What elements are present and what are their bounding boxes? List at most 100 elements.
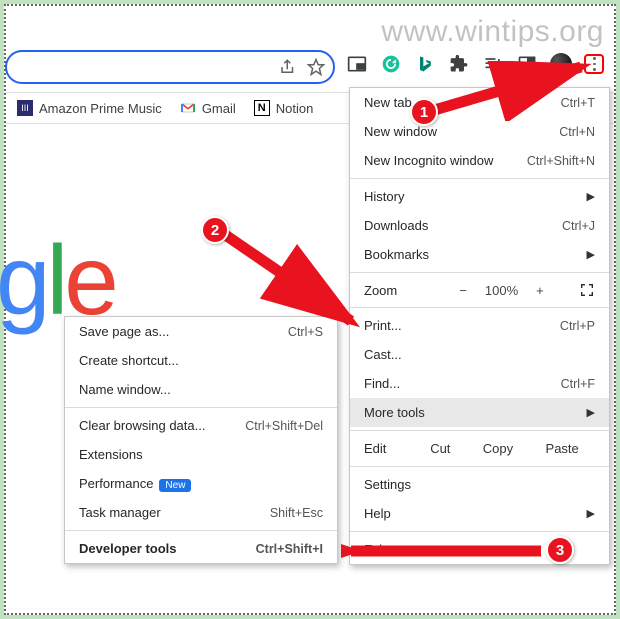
menu-shortcut: Ctrl+J [562,219,595,233]
bookmark-label: Notion [276,101,314,116]
profile-avatar[interactable] [550,53,572,75]
edit-cut[interactable]: Cut [430,441,450,456]
toolbar-icons [346,53,604,75]
menu-label: Bookmarks [364,247,587,262]
menu-label: More tools [364,405,587,420]
menu-print[interactable]: Print... Ctrl+P [350,311,609,340]
kebab-menu-button[interactable] [584,54,604,74]
menu-label: Find... [364,376,561,391]
playlist-icon[interactable] [482,53,504,75]
menu-shortcut: Ctrl+N [559,125,595,139]
bookmark-amazon-music[interactable]: III Amazon Prime Music [17,100,162,116]
menu-separator [350,272,609,273]
fullscreen-icon[interactable] [579,282,595,298]
menu-new-window[interactable]: New window Ctrl+N [350,117,609,146]
star-icon[interactable] [307,58,325,76]
menu-label: Edit [364,441,414,456]
menu-new-incognito[interactable]: New Incognito window Ctrl+Shift+N [350,146,609,175]
menu-edit: Edit Cut Copy Paste [350,434,609,463]
menu-separator [65,530,337,531]
menu-separator [350,178,609,179]
new-badge: New [159,479,191,492]
menu-downloads[interactable]: Downloads Ctrl+J [350,211,609,240]
gmail-icon [180,100,196,116]
submenu-arrow-icon: ▶ [587,248,595,261]
menu-label: Clear browsing data... [79,418,245,433]
menu-cast[interactable]: Cast... [350,340,609,369]
extensions-icon[interactable] [448,53,470,75]
submenu-arrow-icon: ▶ [587,190,595,203]
menu-shortcut: Shift+Esc [270,506,323,520]
more-tools-submenu: Save page as... Ctrl+S Create shortcut..… [64,316,338,564]
submenu-clear-browsing-data[interactable]: Clear browsing data... Ctrl+Shift+Del [65,411,337,440]
grammarly-icon[interactable] [380,53,402,75]
menu-new-tab[interactable]: New tab Ctrl+T [350,88,609,117]
menu-separator [65,407,337,408]
menu-shortcut: Ctrl+S [288,325,323,339]
submenu-arrow-icon: ▶ [587,406,595,419]
edit-paste[interactable]: Paste [546,441,579,456]
zoom-in-button[interactable]: + [536,283,544,298]
screenshot-frame: www.wintips.org III Amazon Prime Music G… [4,4,616,615]
menu-separator [350,307,609,308]
notion-icon: N [254,100,270,116]
menu-separator [350,466,609,467]
menu-separator [350,531,609,532]
submenu-extensions[interactable]: Extensions [65,440,337,469]
menu-settings[interactable]: Settings [350,470,609,499]
menu-bookmarks[interactable]: Bookmarks ▶ [350,240,609,269]
menu-label: Settings [364,477,595,492]
menu-label: Task manager [79,505,270,520]
callout-2: 2 [201,216,229,244]
menu-history[interactable]: History ▶ [350,182,609,211]
submenu-name-window[interactable]: Name window... [65,375,337,404]
amazon-music-icon: III [17,100,33,116]
menu-find[interactable]: Find... Ctrl+F [350,369,609,398]
menu-shortcut: Ctrl+F [561,377,595,391]
menu-label: Zoom [364,283,424,298]
sidepanel-icon[interactable] [516,53,538,75]
menu-exit[interactable]: Exit [350,535,609,564]
menu-label: Cast... [364,347,595,362]
bing-icon[interactable] [414,53,436,75]
main-menu: New tab Ctrl+T New window Ctrl+N New Inc… [349,87,610,565]
menu-label: PerformanceNew [79,476,323,491]
menu-shortcut: Ctrl+Shift+Del [245,419,323,433]
menu-label: Print... [364,318,560,333]
menu-zoom: Zoom − 100% + [350,276,609,304]
watermark-text: www.wintips.org [381,15,604,49]
share-icon[interactable] [279,58,297,76]
submenu-performance[interactable]: PerformanceNew [65,469,337,498]
menu-label: Save page as... [79,324,288,339]
bookmark-gmail[interactable]: Gmail [180,100,236,116]
menu-label: Developer tools [79,541,256,556]
bookmark-notion[interactable]: N Notion [254,100,314,116]
menu-shortcut: Ctrl+T [561,96,595,110]
menu-label: Name window... [79,382,323,397]
menu-label: Downloads [364,218,562,233]
menu-label: Exit [364,542,595,557]
submenu-save-page[interactable]: Save page as... Ctrl+S [65,317,337,346]
bookmark-label: Amazon Prime Music [39,101,162,116]
menu-shortcut: Ctrl+Shift+I [256,542,323,556]
submenu-task-manager[interactable]: Task manager Shift+Esc [65,498,337,527]
menu-more-tools[interactable]: More tools ▶ [350,398,609,427]
menu-label: Extensions [79,447,323,462]
address-bar[interactable] [5,50,335,84]
submenu-create-shortcut[interactable]: Create shortcut... [65,346,337,375]
menu-label: History [364,189,587,204]
menu-label: New tab [364,95,561,110]
submenu-arrow-icon: ▶ [587,507,595,520]
menu-label: Create shortcut... [79,353,323,368]
edit-copy[interactable]: Copy [483,441,513,456]
zoom-value: 100% [485,283,518,298]
menu-separator [350,430,609,431]
bookmark-label: Gmail [202,101,236,116]
menu-label: New Incognito window [364,153,527,168]
menu-shortcut: Ctrl+P [560,319,595,333]
submenu-developer-tools[interactable]: Developer tools Ctrl+Shift+I [65,534,337,563]
picture-in-picture-icon[interactable] [346,53,368,75]
menu-label: Help [364,506,587,521]
menu-help[interactable]: Help ▶ [350,499,609,528]
zoom-out-button[interactable]: − [459,283,467,298]
